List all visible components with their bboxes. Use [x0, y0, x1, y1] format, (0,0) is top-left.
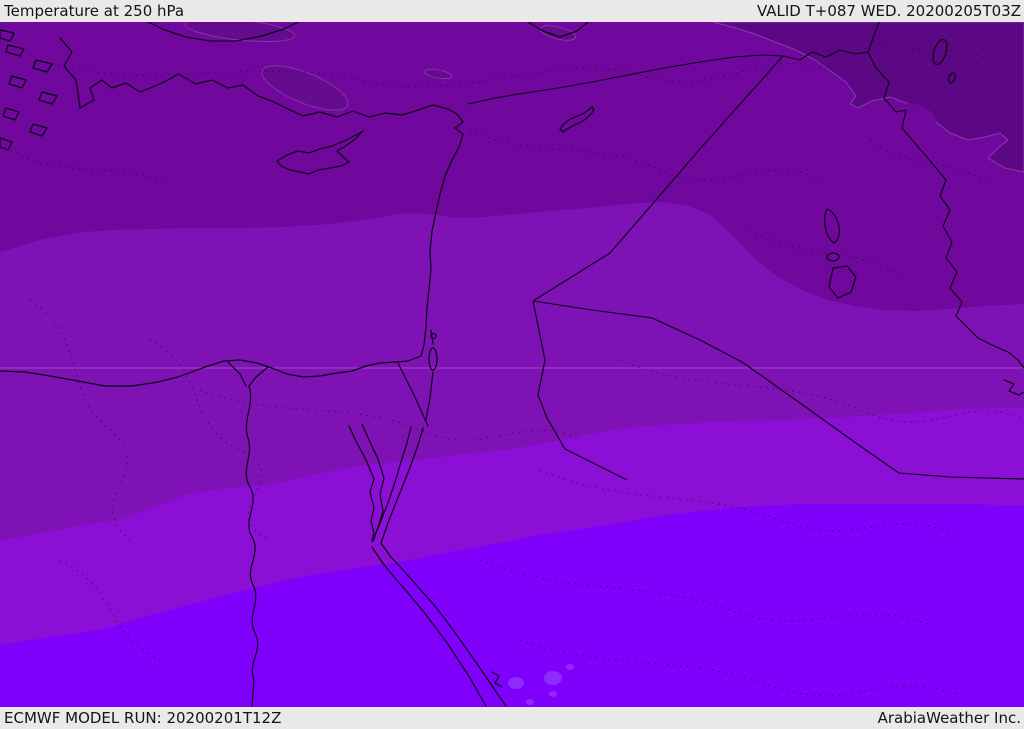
footer-bar: ECMWF MODEL RUN: 20200201T12Z ArabiaWeat… — [0, 707, 1024, 729]
header-bar: Temperature at 250 hPa VALID T+087 WED. … — [0, 0, 1024, 22]
temperature-map-svg — [0, 22, 1024, 707]
map-title: Temperature at 250 hPa — [4, 2, 185, 20]
model-run-label: ECMWF MODEL RUN: 20200201T12Z — [4, 709, 282, 727]
brand-label: ArabiaWeather Inc. — [877, 709, 1021, 727]
weather-map-app: Temperature at 250 hPa VALID T+087 WED. … — [0, 0, 1024, 729]
valid-time-label: VALID T+087 WED. 20200205T03Z — [756, 2, 1021, 20]
temperature-map-canvas — [0, 22, 1024, 707]
